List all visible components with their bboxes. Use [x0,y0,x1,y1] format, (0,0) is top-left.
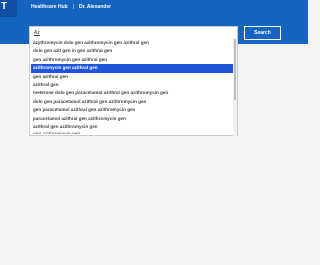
suggestion-item[interactable]: gen azithromycin gen [31,131,234,134]
suggestion-item[interactable]: azyt⁠hromycin dolo gen azithromycin gen … [31,39,234,47]
top-navigation-bar: T Healthcare Hub | Dr. Alexander [0,0,308,17]
suggestion-item[interactable]: azithromycin gen azithral gen [31,64,234,73]
suggestion-item[interactable]: azithral gen azithromycin gen [31,123,234,131]
scrollbar[interactable] [233,38,237,136]
suggestion-item[interactable]: meterone dolo gen paracetamol azithral g… [31,89,234,97]
user-name-link[interactable]: Dr. Alexander [79,4,111,11]
search-input[interactable]: Az [34,30,40,36]
suggestion-item[interactable]: paracetamol azithral gen azithromycin ge… [31,115,234,123]
scrollbar-thumb[interactable] [234,39,236,100]
nav-separator: | [73,4,75,10]
suggestion-item[interactable]: dolo gen paracetamol azithral gen azithr… [31,98,234,106]
suggestion-item[interactable]: gen azithromycin gen azithral gen [31,56,234,64]
search-button[interactable]: Search [244,26,281,40]
suggestion-item[interactable]: azithral gen [31,81,234,89]
suggestion-item[interactable]: gen paracetamol azithral gen azithromyci… [31,106,234,114]
app-logo[interactable]: T [0,0,17,17]
suggestion-item[interactable]: gen azithral gen [31,73,234,81]
logo-glyph: T [1,1,8,12]
search-autocomplete-panel: Az azyt⁠hromycin dolo gen azithromycin g… [29,26,238,136]
app-title-link[interactable]: Healthcare Hub [31,4,68,11]
suggestion-list: azyt⁠hromycin dolo gen azithromycin gen … [31,39,234,134]
suggestion-item[interactable]: dolo gen azit gen in gen azithral gen [31,47,234,55]
